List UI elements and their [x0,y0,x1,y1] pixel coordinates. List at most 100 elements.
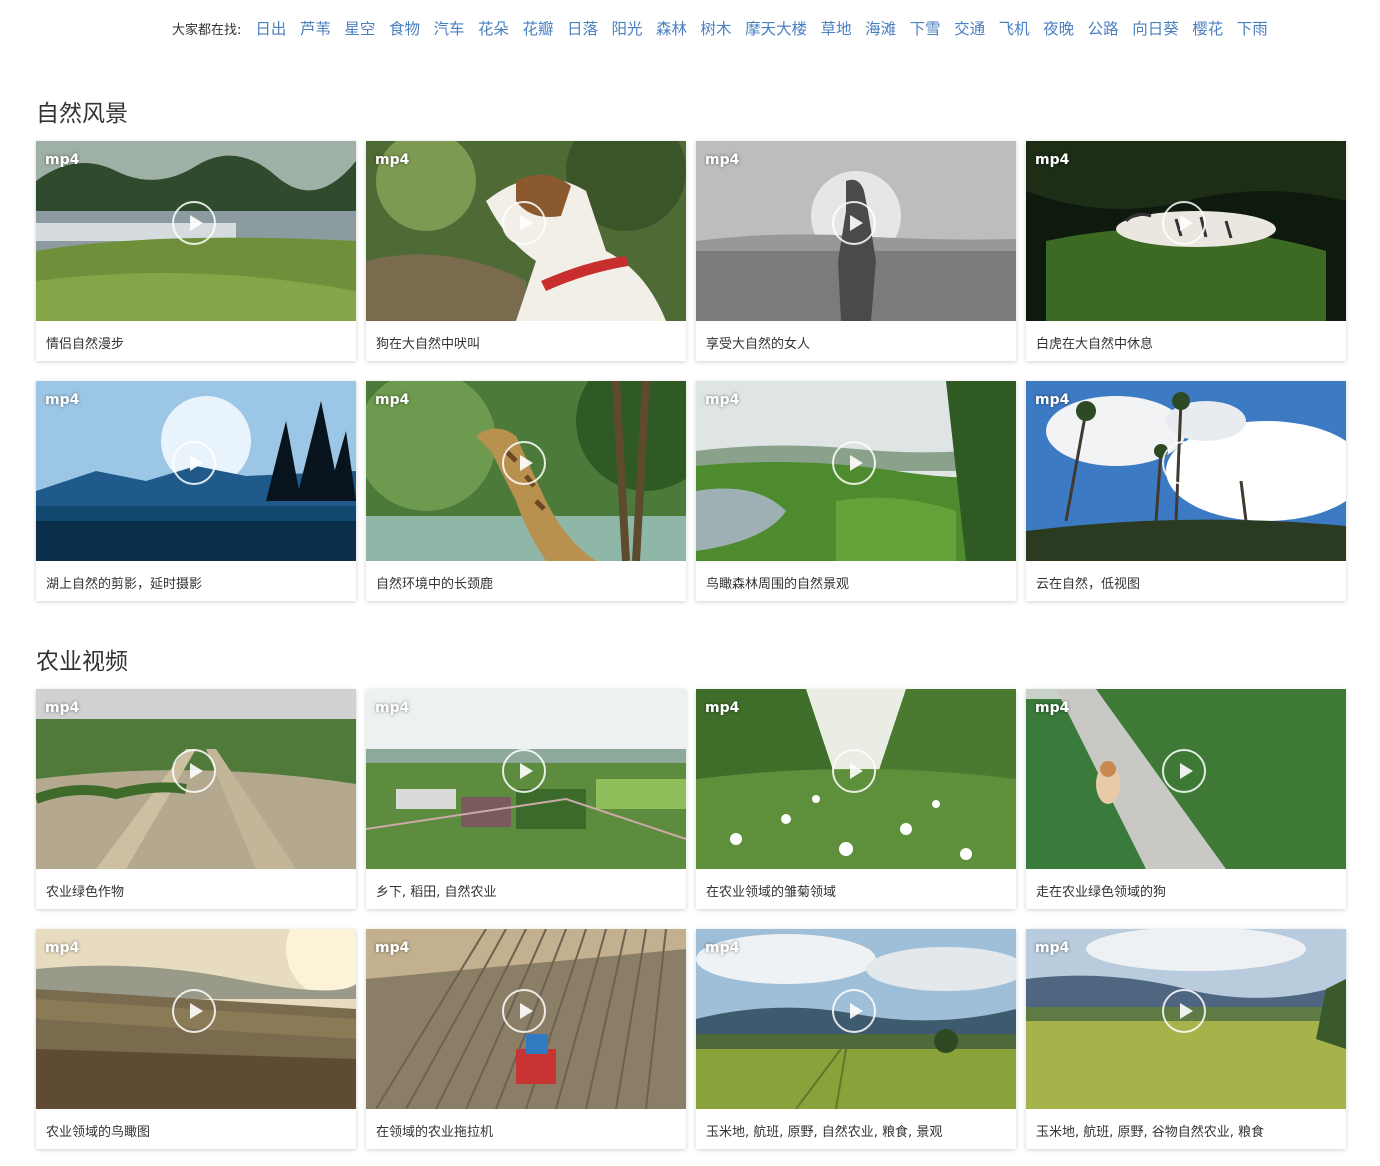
video-card[interactable]: mp4 湖上自然的剪影，延时摄影 [36,381,356,601]
search-tag[interactable]: 公路 [1088,17,1119,39]
search-tag[interactable]: 花瓣 [522,17,553,39]
video-card[interactable]: mp4 白虎在大自然中休息 [1026,141,1346,361]
video-card[interactable]: mp4 玉米地, 航班, 原野, 谷物自然农业, 粮食 [1026,929,1346,1149]
video-card[interactable]: mp4 狗在大自然中吠叫 [366,141,686,361]
video-thumbnail[interactable]: mp4 [366,141,686,321]
format-badge: mp4 [1035,700,1070,716]
video-caption[interactable]: 湖上自然的剪影，延时摄影 [46,573,202,592]
video-card[interactable]: mp4 农业绿色作物 [36,689,356,909]
video-card[interactable]: mp4 在领域的农业拖拉机 [366,929,686,1149]
search-tag[interactable]: 草地 [821,17,852,39]
format-badge: mp4 [375,152,410,168]
video-thumbnail[interactable]: mp4 [1026,929,1346,1109]
video-caption[interactable]: 乡下, 稻田, 自然农业 [376,881,497,900]
video-caption[interactable]: 云在自然，低视图 [1036,573,1140,592]
video-caption[interactable]: 鸟瞰森林周围的自然景观 [706,573,849,592]
video-thumbnail[interactable]: mp4 [696,929,1016,1109]
play-circle-icon[interactable] [172,201,216,245]
format-badge: mp4 [705,940,740,956]
search-tag[interactable]: 芦苇 [300,17,331,39]
play-circle-icon[interactable] [502,441,546,485]
play-circle-icon[interactable] [502,749,546,793]
search-tag[interactable]: 下雨 [1237,17,1268,39]
section-title-agriculture: 农业视频 [36,649,128,675]
video-caption[interactable]: 走在农业绿色领域的狗 [1036,881,1166,900]
video-thumbnail[interactable]: mp4 [366,381,686,561]
video-thumbnail[interactable]: mp4 [696,689,1016,869]
search-tag[interactable]: 汽车 [433,17,464,39]
play-circle-icon[interactable] [1162,749,1206,793]
video-card[interactable]: mp4 在农业领域的雏菊领域 [696,689,1016,909]
format-badge: mp4 [45,392,80,408]
play-circle-icon[interactable] [172,749,216,793]
format-badge: mp4 [45,152,80,168]
video-thumbnail[interactable]: mp4 [1026,381,1346,561]
format-badge: mp4 [45,700,80,716]
play-circle-icon[interactable] [502,201,546,245]
search-tag[interactable]: 森林 [656,17,687,39]
video-thumbnail[interactable]: mp4 [36,929,356,1109]
video-thumbnail[interactable]: mp4 [1026,141,1346,321]
video-card[interactable]: mp4 乡下, 稻田, 自然农业 [366,689,686,909]
format-badge: mp4 [705,152,740,168]
search-tag[interactable]: 食物 [389,17,420,39]
search-tags-bar: 大家都在找: 日出 芦苇 星空 食物 汽车 花朵 花瓣 日落 阳光 森林 树木 … [172,14,1281,42]
video-caption[interactable]: 白虎在大自然中休息 [1036,333,1153,352]
video-thumbnail[interactable]: mp4 [36,141,356,321]
video-caption[interactable]: 农业领域的鸟瞰图 [46,1121,150,1140]
video-thumbnail[interactable]: mp4 [696,141,1016,321]
video-caption[interactable]: 在领域的农业拖拉机 [376,1121,493,1140]
video-caption[interactable]: 玉米地, 航班, 原野, 自然农业, 粮食, 景观 [706,1121,942,1140]
search-tag[interactable]: 星空 [344,17,375,39]
search-tag[interactable]: 下雪 [910,17,941,39]
search-tag[interactable]: 夜晚 [1043,17,1074,39]
video-thumbnail[interactable]: mp4 [366,929,686,1109]
search-tag[interactable]: 日出 [255,17,286,39]
video-caption[interactable]: 享受大自然的女人 [706,333,810,352]
search-tag[interactable]: 樱花 [1192,17,1223,39]
search-tag[interactable]: 飞机 [999,17,1030,39]
video-caption[interactable]: 情侣自然漫步 [46,333,124,352]
video-thumbnail[interactable]: mp4 [36,381,356,561]
video-caption[interactable]: 狗在大自然中吠叫 [376,333,480,352]
video-card[interactable]: mp4 鸟瞰森林周围的自然景观 [696,381,1016,601]
search-tag[interactable]: 日落 [567,17,598,39]
play-circle-icon[interactable] [832,749,876,793]
video-card[interactable]: mp4 走在农业绿色领域的狗 [1026,689,1346,909]
play-circle-icon[interactable] [172,441,216,485]
video-thumbnail[interactable]: mp4 [366,689,686,869]
search-tag[interactable]: 摩天大楼 [745,17,807,39]
play-circle-icon[interactable] [172,989,216,1033]
search-tag[interactable]: 海滩 [865,17,896,39]
play-circle-icon[interactable] [1162,441,1206,485]
section-title-nature: 自然风景 [36,101,128,127]
video-card[interactable]: mp4 玉米地, 航班, 原野, 自然农业, 粮食, 景观 [696,929,1016,1149]
search-tag[interactable]: 向日葵 [1132,17,1179,39]
video-card[interactable]: mp4 云在自然，低视图 [1026,381,1346,601]
video-thumbnail[interactable]: mp4 [1026,689,1346,869]
play-circle-icon[interactable] [832,441,876,485]
search-tags-lead: 大家都在找: [172,22,242,38]
format-badge: mp4 [45,940,80,956]
play-circle-icon[interactable] [832,989,876,1033]
play-circle-icon[interactable] [1162,201,1206,245]
play-circle-icon[interactable] [1162,989,1206,1033]
format-badge: mp4 [375,700,410,716]
video-caption[interactable]: 玉米地, 航班, 原野, 谷物自然农业, 粮食 [1036,1121,1264,1140]
format-badge: mp4 [375,940,410,956]
video-caption[interactable]: 农业绿色作物 [46,881,124,900]
video-caption[interactable]: 在农业领域的雏菊领域 [706,881,836,900]
video-card[interactable]: mp4 自然环境中的长颈鹿 [366,381,686,601]
video-card[interactable]: mp4 情侣自然漫步 [36,141,356,361]
search-tag[interactable]: 交通 [954,17,985,39]
search-tag[interactable]: 阳光 [612,17,643,39]
search-tag[interactable]: 树木 [701,17,732,39]
play-circle-icon[interactable] [832,201,876,245]
video-card[interactable]: mp4 享受大自然的女人 [696,141,1016,361]
search-tag[interactable]: 花朵 [478,17,509,39]
video-thumbnail[interactable]: mp4 [36,689,356,869]
video-thumbnail[interactable]: mp4 [696,381,1016,561]
play-circle-icon[interactable] [502,989,546,1033]
video-card[interactable]: mp4 农业领域的鸟瞰图 [36,929,356,1149]
video-caption[interactable]: 自然环境中的长颈鹿 [376,573,493,592]
